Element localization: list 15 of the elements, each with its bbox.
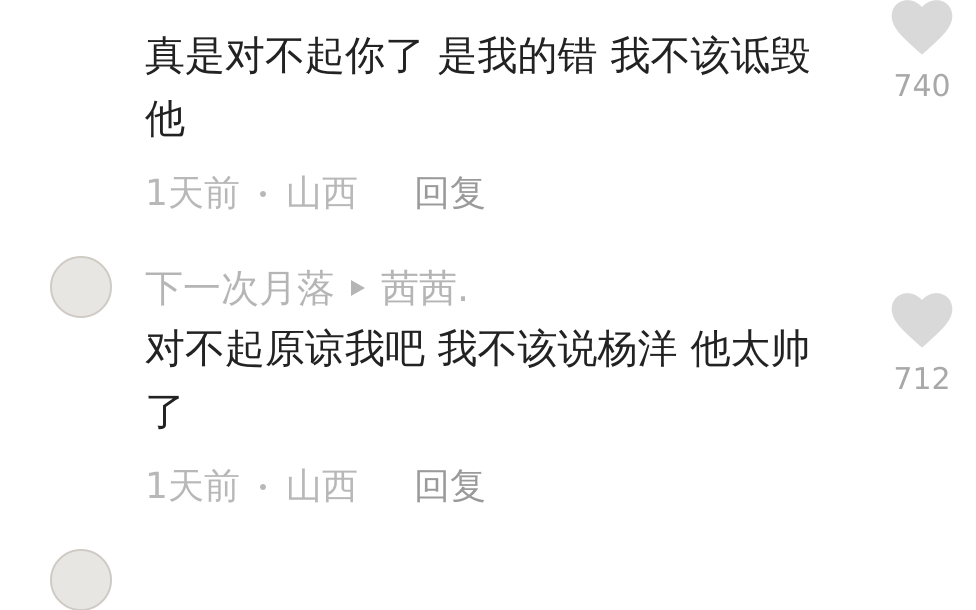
heart-icon[interactable] [890,0,954,56]
comment-location: 山西 [286,465,358,509]
comment-text: 真是对不起你了 是我的错 我不该诋毁他 [145,32,812,144]
reply-to-username[interactable]: 茜茜. [381,260,470,316]
reply-link[interactable]: 回复 [414,460,486,514]
like-count: 712 [893,361,951,399]
comment-location: 山西 [286,172,358,216]
play-triangle-icon [349,278,367,298]
like-count: 740 [893,68,951,106]
heart-icon[interactable] [890,291,954,349]
reply-link[interactable]: 回复 [414,167,486,221]
username[interactable]: 下一次月落 [145,260,335,316]
comment-text: 对不起原谅我吧 我不该说杨洋 他太帅了 [145,325,812,437]
comment-time: 1天前 [145,465,240,509]
comment-time: 1天前 [145,172,240,216]
